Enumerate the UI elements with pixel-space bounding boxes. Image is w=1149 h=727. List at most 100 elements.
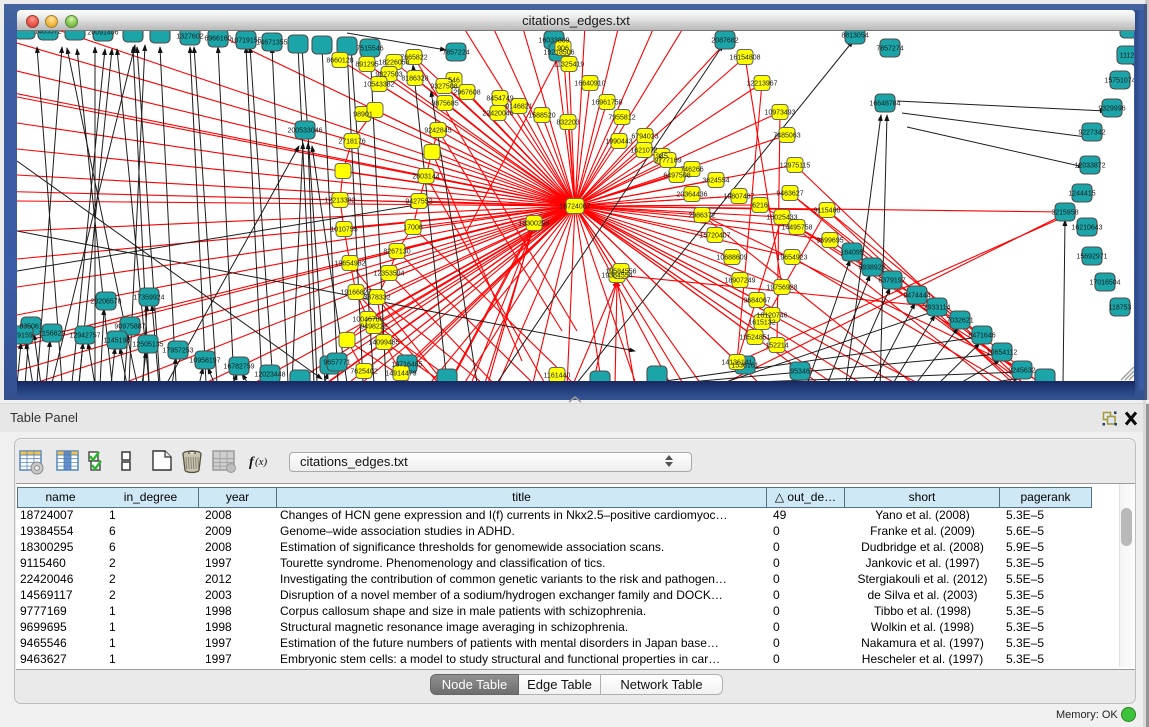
svg-text:19584556: 19584556 [605, 269, 636, 276]
svg-text:1112: 1112 [1120, 53, 1134, 60]
svg-text:16782759: 16782759 [223, 364, 254, 371]
svg-text:1621072: 1621072 [630, 148, 657, 155]
svg-text:19654982: 19654982 [334, 261, 365, 268]
svg-text:16120746: 16120746 [756, 313, 787, 320]
svg-text:15720407: 15720407 [699, 233, 730, 240]
svg-text:6497508: 6497508 [663, 173, 690, 180]
svg-text:9146821: 9146821 [505, 104, 532, 111]
svg-text:3624554: 3624554 [702, 178, 729, 185]
svg-text:14671355: 14671355 [256, 40, 287, 47]
svg-text:8813054: 8813054 [841, 33, 868, 40]
svg-text:9498222: 9498222 [360, 324, 387, 331]
svg-text:12353594: 12353594 [373, 271, 404, 278]
svg-text:12975115: 12975115 [780, 163, 811, 170]
svg-text:20091406: 20091406 [87, 31, 118, 37]
svg-text:9427552: 9427552 [405, 199, 432, 206]
svg-text:10046786: 10046786 [352, 317, 383, 324]
svg-text:18724007: 18724007 [559, 204, 590, 211]
svg-text:10688609: 10688609 [716, 255, 747, 262]
svg-text:22420046: 22420046 [482, 111, 513, 118]
svg-text:2986372: 2986372 [688, 213, 715, 220]
svg-text:2718176: 2718176 [338, 139, 365, 146]
svg-text:16154808: 16154808 [729, 55, 760, 62]
svg-text:12213967: 12213967 [746, 81, 777, 88]
svg-text:9657771: 9657771 [323, 360, 350, 367]
svg-text:6966160: 6966160 [204, 36, 231, 43]
svg-text:16961758: 16961758 [591, 100, 622, 107]
svg-text:19756928: 19756928 [766, 285, 797, 292]
svg-text:14495758: 14495758 [781, 225, 812, 232]
svg-text:152214: 152214 [765, 343, 788, 350]
svg-text:6216: 6216 [752, 203, 768, 210]
svg-text:8471646: 8471646 [968, 333, 995, 340]
svg-text:1156829: 1156829 [39, 331, 66, 338]
svg-text:12023448: 12023448 [254, 372, 285, 379]
svg-text:832203: 832203 [556, 120, 579, 127]
svg-text:9227342: 9227342 [1078, 130, 1105, 137]
svg-text:14099485: 14099485 [368, 340, 399, 347]
svg-text:12505135: 12505135 [132, 342, 163, 349]
svg-text:17016504: 17016504 [1089, 280, 1120, 287]
svg-text:2087682: 2087682 [711, 38, 738, 45]
svg-text:8454749: 8454749 [486, 96, 513, 103]
svg-text:13716485: 13716485 [391, 362, 422, 369]
svg-text:3215958: 3215958 [1051, 210, 1078, 217]
svg-text:891295: 891295 [355, 62, 378, 69]
svg-text:95346: 95346 [790, 369, 810, 376]
svg-text:7955812: 7955812 [608, 115, 635, 122]
svg-text:10543382: 10543382 [363, 82, 394, 89]
svg-text:9474444: 9474444 [903, 293, 930, 300]
svg-text:118753: 118753 [1109, 305, 1132, 312]
svg-text:906: 906 [557, 46, 569, 53]
svg-text:7857274: 7857274 [876, 46, 903, 53]
svg-text:14914479: 14914479 [385, 371, 416, 378]
svg-text:7625402: 7625402 [350, 369, 377, 376]
svg-text:16648784: 16648784 [869, 101, 900, 108]
svg-text:17006: 17006 [403, 225, 423, 232]
svg-text:9115460: 9115460 [814, 208, 841, 215]
svg-text:8186328: 8186328 [401, 76, 428, 83]
svg-text:39159: 39159 [17, 333, 33, 340]
svg-text:10958197: 10958197 [189, 358, 220, 365]
svg-text:14136141: 14136141 [721, 360, 752, 367]
svg-text:16210643: 16210643 [1071, 225, 1102, 232]
svg-text:3878332: 3878332 [363, 295, 390, 302]
svg-text:18226058: 18226058 [378, 60, 409, 67]
svg-text:10654112: 10654112 [987, 350, 1018, 357]
svg-text:20364436: 20364436 [676, 192, 707, 199]
svg-text:835061: 835061 [19, 324, 42, 331]
svg-text:9699695: 9699695 [816, 238, 843, 245]
svg-text:7485063: 7485063 [773, 133, 800, 140]
svg-text:6794023: 6794023 [631, 134, 658, 141]
svg-text:15751074: 15751074 [1104, 78, 1134, 85]
svg-text:746266: 746266 [680, 167, 703, 174]
svg-text:10807487: 10807487 [723, 194, 754, 201]
svg-text:98901: 98901 [353, 112, 373, 119]
svg-text:9684067: 9684067 [743, 298, 770, 305]
svg-text:(x): (x) [255, 456, 268, 468]
svg-text:10025433: 10025433 [766, 215, 797, 222]
svg-text:12942757: 12942757 [69, 333, 100, 340]
svg-text:9245632: 9245632 [1008, 368, 1035, 375]
svg-text:1145194: 1145194 [104, 338, 131, 345]
svg-text:6379197: 6379197 [878, 278, 905, 285]
svg-text:9242845: 9242845 [424, 128, 451, 135]
svg-text:11325419: 11325419 [554, 62, 585, 69]
svg-text:1588520: 1588520 [528, 113, 555, 120]
svg-text:16033809: 16033809 [538, 38, 569, 45]
svg-text:8267130: 8267130 [383, 249, 410, 256]
svg-text:9875685: 9875685 [431, 101, 458, 108]
svg-text:19524851: 19524851 [739, 335, 770, 342]
svg-text:7515546: 7515546 [356, 46, 383, 53]
svg-text:1244415: 1244415 [1068, 191, 1095, 198]
svg-text:2967608: 2967608 [453, 90, 480, 97]
svg-text:1405572: 1405572 [34, 31, 61, 36]
svg-text:1161440: 1161440 [544, 373, 571, 380]
svg-text:200533046: 200533046 [287, 128, 322, 135]
svg-text:2803144: 2803144 [412, 174, 439, 181]
svg-text:20206578: 20206578 [90, 299, 121, 306]
svg-text:90975887: 90975887 [114, 324, 145, 331]
svg-text:1327602: 1327602 [176, 34, 203, 41]
svg-text:12213382: 12213382 [324, 198, 355, 205]
svg-text:10973493: 10973493 [764, 110, 795, 117]
